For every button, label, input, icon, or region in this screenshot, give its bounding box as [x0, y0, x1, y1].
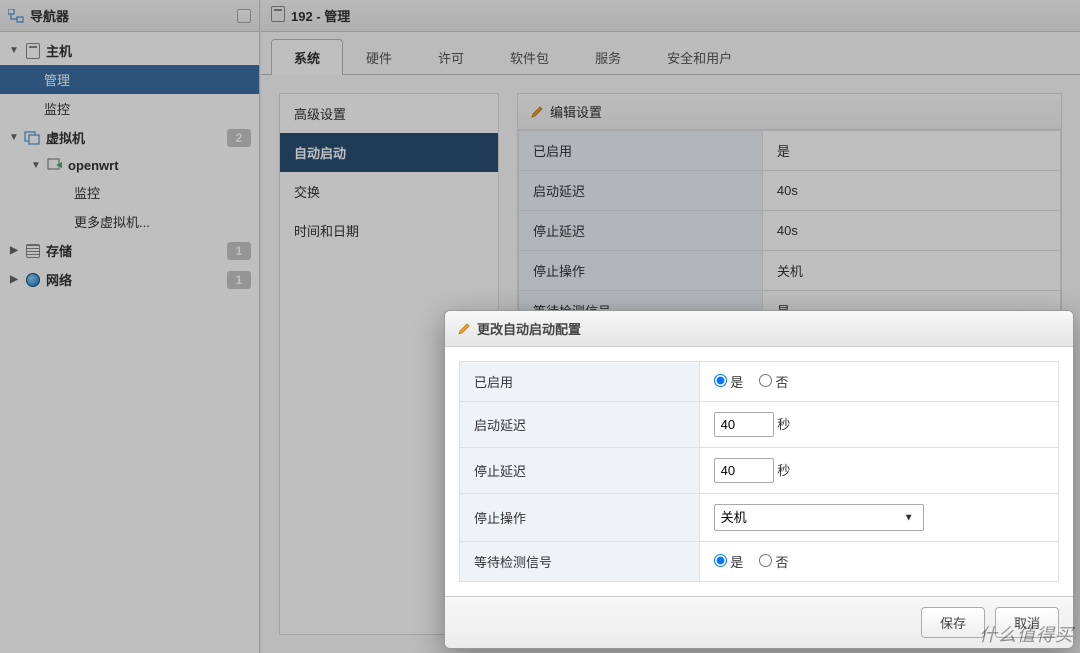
form-table: 已启用 是 否 启动延迟 秒 停止延迟 秒 停止操作 关机 等待检测信号 [459, 361, 1059, 582]
radio-input[interactable] [714, 554, 727, 567]
radio-wait-no[interactable]: 否 [759, 555, 789, 570]
form-row-wait-heartbeat: 等待检测信号 是 否 [460, 542, 1059, 582]
radio-enabled-no[interactable]: 否 [759, 375, 789, 390]
pencil-icon [457, 322, 471, 336]
stop-action-select[interactable]: 关机 [714, 504, 924, 531]
dialog-title-bar: 更改自动启动配置 [445, 311, 1073, 347]
dialog-title: 更改自动启动配置 [477, 319, 581, 338]
form-row-stop-action: 停止操作 关机 [460, 494, 1059, 542]
form-row-start-delay: 启动延迟 秒 [460, 402, 1059, 448]
dialog-footer: 保存 取消 [445, 596, 1073, 648]
stop-delay-input[interactable] [714, 458, 774, 483]
radio-enabled-yes[interactable]: 是 [714, 375, 744, 390]
start-delay-input[interactable] [714, 412, 774, 437]
radio-input[interactable] [759, 554, 772, 567]
save-button[interactable]: 保存 [921, 607, 985, 638]
cancel-button[interactable]: 取消 [995, 607, 1059, 638]
form-row-stop-delay: 停止延迟 秒 [460, 448, 1059, 494]
autostart-config-dialog: 更改自动启动配置 已启用 是 否 启动延迟 秒 停止延迟 秒 停止操作 关机 [444, 310, 1074, 649]
radio-input[interactable] [714, 374, 727, 387]
form-row-enabled: 已启用 是 否 [460, 362, 1059, 402]
radio-wait-yes[interactable]: 是 [714, 555, 744, 570]
radio-input[interactable] [759, 374, 772, 387]
